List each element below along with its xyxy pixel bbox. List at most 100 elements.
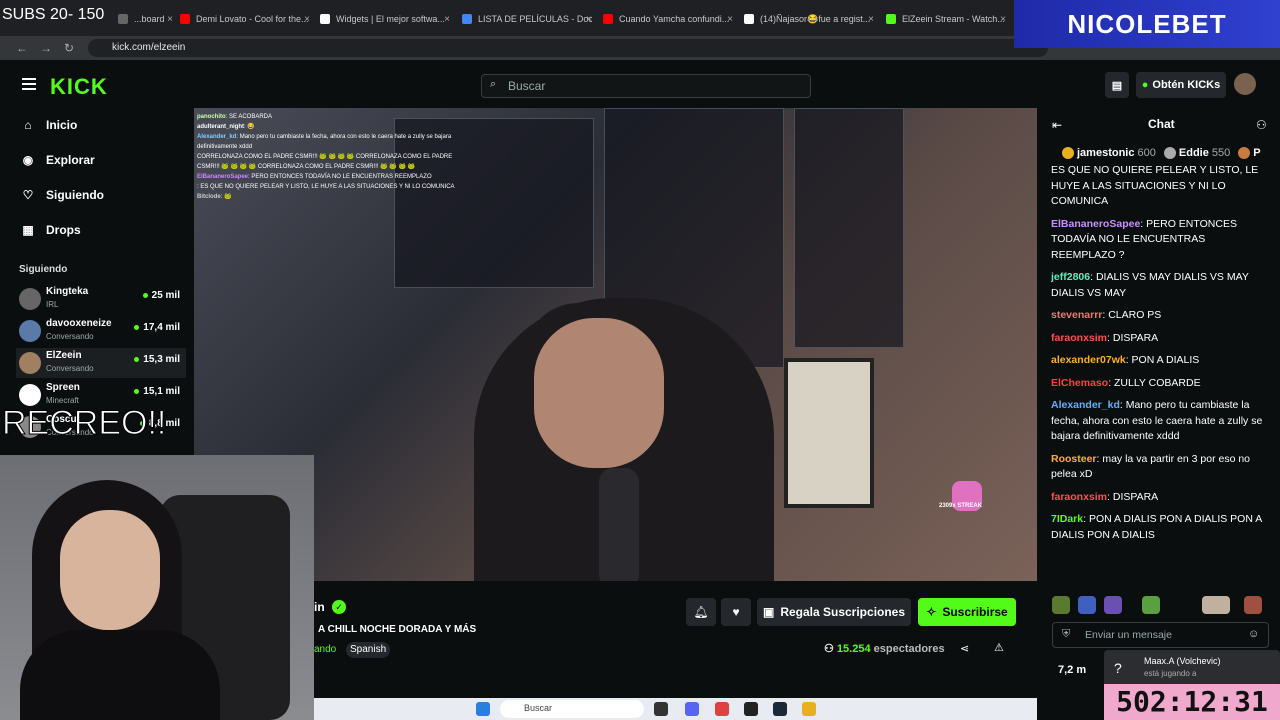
get-kicks-button[interactable]: ● Obtén KICKs	[1136, 72, 1226, 98]
chat-users-icon[interactable]: ⚇	[1256, 118, 1267, 132]
chat-message: alexander07wk: PON A DIALIS	[1051, 353, 1270, 369]
close-tab-icon[interactable]: ×	[167, 14, 173, 25]
chat-username[interactable]: Alexander_kd	[1051, 399, 1120, 411]
overlay-chat-text: : Mano pero tu cambiaste la fecha, ahora…	[197, 134, 452, 150]
chrome-alt-icon[interactable]	[802, 702, 816, 716]
forward-icon[interactable]: →	[40, 41, 52, 55]
subscribe-button[interactable]: ✧ Suscribirse	[918, 598, 1016, 626]
language-tag[interactable]: Spanish	[346, 642, 391, 658]
emote-icon[interactable]	[1142, 596, 1160, 614]
steam-icon[interactable]	[773, 702, 787, 716]
chat-username[interactable]: faraonxsim	[1051, 332, 1107, 344]
back-icon[interactable]: ←	[16, 41, 28, 55]
user-avatar[interactable]	[1234, 73, 1256, 95]
url-field[interactable]: kick.com/elzeein	[88, 39, 1048, 57]
pinned-gifter[interactable]: P	[1238, 147, 1261, 160]
report-icon[interactable]: ⚠	[994, 641, 1004, 654]
video-player[interactable]: panochito: SE ACOBARDA adulterant_night: …	[194, 108, 1037, 581]
chat-username[interactable]: ElBananeroSapee	[1051, 218, 1140, 230]
steam-notification[interactable]: ? Maax.A (Volchevic) está jugando a	[1104, 650, 1280, 686]
nav-label: Inicio	[46, 118, 78, 132]
browser-tab[interactable]: (14)Ñajasor😂fue a regist... ×	[744, 8, 874, 30]
chat-username[interactable]: alexander07wk	[1051, 354, 1126, 366]
following-item[interactable]: ElZeein Conversando 15,3 mil	[16, 348, 186, 378]
emote-icon[interactable]	[1052, 596, 1070, 614]
chat-username[interactable]: jeff2806	[1051, 271, 1090, 283]
channel-name: Kingteka	[46, 286, 89, 297]
kick-logo[interactable]: KICK	[50, 74, 108, 100]
search-input[interactable]: Buscar	[481, 74, 811, 98]
chat-message: faraonxsim: DISPARA	[1051, 331, 1270, 347]
chat-input[interactable]: Enviar un mensaje	[1052, 622, 1269, 648]
emote-icon[interactable]	[1244, 596, 1262, 614]
gifter-badge-icon	[1062, 147, 1074, 160]
video-chat-overlay: panochito: SE ACOBARDA adulterant_night: …	[197, 112, 462, 202]
channel-name: ElZeein	[46, 350, 82, 361]
close-tab-icon[interactable]: ×	[1000, 14, 1006, 25]
reload-icon[interactable]: ↻	[64, 41, 74, 55]
following-item[interactable]: Kingteka IRL 25 mil	[16, 284, 186, 314]
verified-icon: ✓	[332, 600, 346, 614]
nav-label: Drops	[46, 223, 81, 237]
following-item[interactable]: davooxeneize Conversando 17,4 mil	[16, 316, 186, 346]
overlay-chat-user: ElBananeroSapee	[197, 174, 249, 180]
chat-username[interactable]: ElChemaso	[1051, 377, 1108, 389]
menu-icon[interactable]	[22, 78, 36, 90]
browser-tab[interactable]: Demi Lovato - Cool for the... ×	[180, 8, 310, 30]
chat-title: Chat	[1148, 117, 1175, 131]
badge-icon[interactable]: ⛨	[1062, 628, 1070, 641]
browser-tab[interactable]: LISTA DE PELÍCULAS - Doc... ×	[462, 8, 592, 30]
task-view-icon[interactable]	[654, 702, 668, 716]
close-tab-icon[interactable]: ×	[727, 14, 733, 25]
overlay-chat-text: : 😂	[244, 124, 255, 130]
nav-drops[interactable]: ▦ Drops	[22, 223, 81, 237]
browser-tab[interactable]: ...board ×	[118, 8, 173, 30]
notify-button[interactable]: 🔔︎	[686, 598, 716, 626]
streamer-name[interactable]: in	[314, 600, 325, 614]
browser-tab[interactable]: Cuando Yamcha confundi... ×	[603, 8, 733, 30]
discord-icon[interactable]	[685, 702, 699, 716]
pinned-gifters: jamestonic 600 Eddie 550 P	[1062, 147, 1269, 160]
viewer-number: 15.254	[836, 643, 871, 655]
channel-viewers: 15,3 mil	[134, 354, 180, 365]
emoji-icon[interactable]: ☺	[1248, 628, 1259, 640]
library-button[interactable]: ▤	[1105, 72, 1129, 98]
stream-category[interactable]: ando	[314, 644, 336, 655]
share-icon[interactable]: ⋖	[960, 642, 969, 655]
chrome-icon[interactable]	[715, 702, 729, 716]
overlay-chat-line: CORRELONAZA COMO EL PADRE CSMR!!! 🐸 🐸 🐸 …	[197, 152, 462, 172]
tab-label: ...board	[134, 14, 165, 24]
close-tab-icon[interactable]: ×	[586, 14, 592, 25]
obs-icon[interactable]	[744, 702, 758, 716]
close-tab-icon[interactable]: ×	[304, 14, 310, 25]
close-tab-icon[interactable]: ×	[868, 14, 874, 25]
collapse-chat-icon[interactable]: ⇤	[1052, 118, 1062, 132]
emote-icon[interactable]	[1078, 596, 1096, 614]
emote-icon[interactable]	[1104, 596, 1122, 614]
chat-message: faraonxsim: DISPARA	[1051, 490, 1270, 506]
chat-username[interactable]: 7IDark	[1051, 513, 1083, 525]
gifter-name: jamestonic	[1077, 147, 1135, 159]
gift-subs-button[interactable]: ▣ Regala Suscripciones	[757, 598, 911, 626]
gifter-amount: 550	[1211, 147, 1231, 159]
channel-viewers: 17,4 mil	[134, 322, 180, 333]
chat-message: 7IDark: PON A DIALIS PON A DIALIS PON A …	[1051, 512, 1270, 543]
home-icon: ⌂	[24, 118, 32, 132]
pinned-gifter[interactable]: Eddie 550	[1163, 147, 1231, 160]
chat-username[interactable]: stevenarrr	[1051, 309, 1102, 321]
follow-button[interactable]: ♥	[721, 598, 751, 626]
pinned-gifter[interactable]: jamestonic 600	[1062, 147, 1156, 160]
chat-footer-viewers: 7,2 m	[1058, 664, 1087, 676]
notification-sub: está jugando a	[1144, 669, 1197, 678]
browser-tab[interactable]: ElZeein Stream - Watch... ×	[886, 8, 1006, 30]
nav-explore[interactable]: ◉ Explorar	[22, 153, 95, 167]
emote-icon[interactable]	[1202, 596, 1230, 614]
taskbar-search[interactable]: Buscar	[500, 700, 644, 718]
close-tab-icon[interactable]: ×	[444, 14, 450, 25]
chat-username[interactable]: faraonxsim	[1051, 491, 1107, 503]
windows-start-icon[interactable]	[476, 702, 490, 716]
nav-home[interactable]: ⌂ Inicio	[22, 118, 77, 132]
chat-username[interactable]: Roosteer	[1051, 453, 1097, 465]
nav-following[interactable]: ♡ Siguiendo	[22, 188, 104, 202]
browser-tab[interactable]: Widgets | El mejor softwa... ×	[320, 8, 450, 30]
